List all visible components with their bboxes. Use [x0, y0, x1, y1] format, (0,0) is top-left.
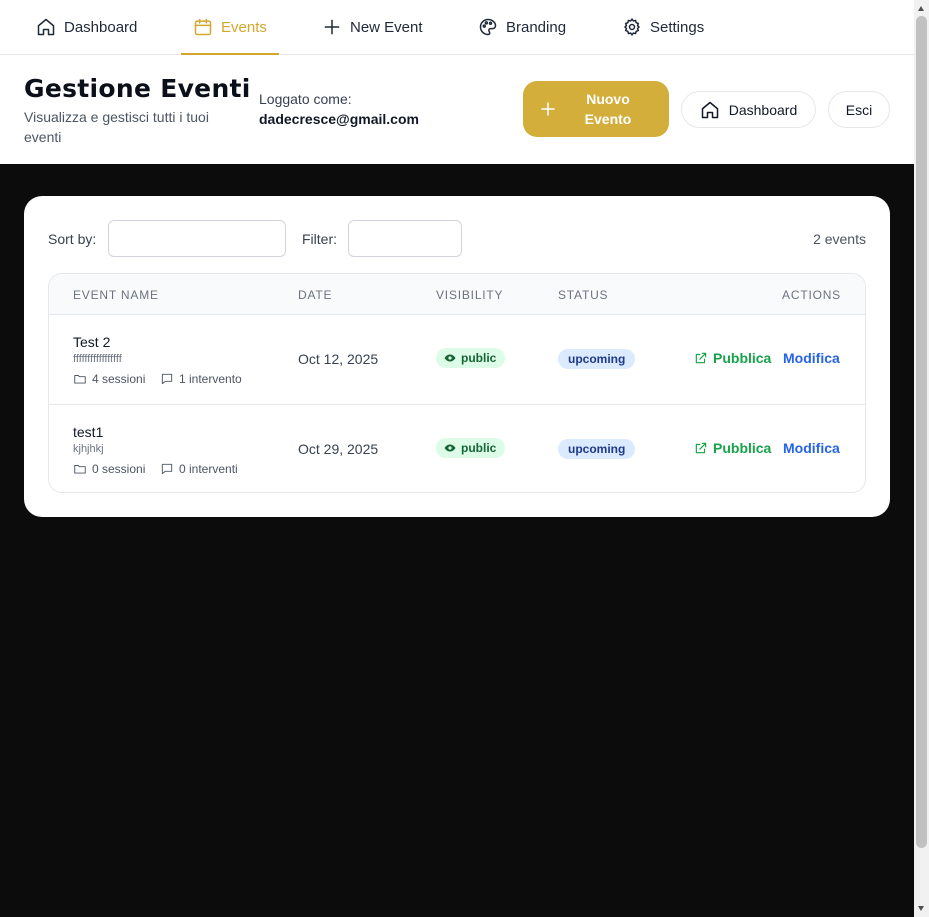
talks-count: 1 intervento [179, 372, 242, 386]
event-talks: 0 interventi [160, 462, 238, 476]
nav-item-branding[interactable]: Branding [478, 0, 566, 54]
new-event-button[interactable]: Nuovo Evento [523, 81, 669, 137]
plus-icon [541, 102, 555, 116]
sort-label: Sort by: [48, 231, 97, 247]
sessions-count: 4 sessioni [92, 372, 146, 386]
table-header: EVENT NAME DATE VISIBILITY STATUS ACTION… [49, 274, 865, 315]
page-subtitle: Visualizza e gestisci tutti i tuoi event… [24, 109, 209, 145]
sort-input[interactable] [108, 220, 286, 257]
logout-button[interactable]: Esci [828, 91, 890, 128]
sessions-count: 0 sessioni [92, 462, 146, 476]
event-date: Oct 29, 2025 [298, 441, 379, 457]
visibility-text: public [461, 441, 497, 455]
nav-item-settings[interactable]: Settings [622, 0, 704, 54]
calendar-icon [194, 18, 212, 36]
nav-item-dashboard[interactable]: Dashboard [36, 0, 137, 54]
status-badge: upcoming [558, 349, 636, 369]
palette-icon [479, 18, 497, 36]
event-description: kjhjhkj [73, 443, 104, 455]
edit-link[interactable]: Modifica [783, 350, 840, 366]
column-header-status: STATUS [558, 288, 609, 302]
visibility-badge: public [436, 438, 506, 458]
external-link-icon [695, 352, 707, 364]
page-title: Gestione Eventi [24, 74, 251, 103]
column-header-visibility: VISIBILITY [436, 288, 504, 302]
gear-icon [624, 18, 640, 36]
nav-item-label: Dashboard [64, 18, 138, 36]
table-row: test1 kjhjhkj 0 sessioni 0 interventi Oc… [49, 404, 865, 492]
folder-icon [74, 465, 86, 474]
edit-link[interactable]: Modifica [783, 440, 840, 456]
plus-icon [324, 19, 340, 35]
column-header-event-name: EVENT NAME [73, 288, 159, 302]
page-header: Gestione Eventi Visualizza e gestisci tu… [0, 55, 914, 164]
comment-icon [161, 373, 173, 385]
column-header-date: DATE [298, 288, 333, 302]
scroll-up-arrow-icon[interactable] [918, 6, 924, 11]
filter-input[interactable] [348, 220, 462, 257]
event-name: test1 [73, 424, 104, 440]
eye-icon [444, 354, 456, 362]
publish-label: Pubblica [713, 440, 772, 456]
comment-icon [161, 463, 173, 475]
home-icon [37, 18, 55, 36]
table-row: Test 2 fffffffffffffffff 4 sessioni 1 in… [49, 315, 865, 404]
events-card: Sort by: Filter: 2 events EVENT NAME DAT… [24, 196, 890, 517]
new-event-button-label: Nuovo Evento [584, 91, 632, 127]
event-talks: 1 intervento [160, 372, 242, 386]
vertical-scrollbar[interactable] [914, 0, 929, 917]
events-table: EVENT NAME DATE VISIBILITY STATUS ACTION… [48, 273, 866, 493]
login-label: Loggato come: [259, 91, 352, 107]
nav-item-label: New Event [350, 18, 423, 36]
talks-count: 0 interventi [179, 462, 238, 476]
nav-item-label: Events [221, 18, 267, 36]
publish-link[interactable]: Pubblica [694, 350, 771, 366]
logout-button-label: Esci [845, 101, 873, 118]
login-email: dadecresce@gmail.com [259, 111, 419, 127]
dashboard-button[interactable]: Dashboard [681, 91, 816, 128]
column-header-actions: ACTIONS [782, 288, 841, 302]
folder-icon [74, 375, 86, 384]
external-link-icon [695, 442, 707, 454]
visibility-badge: public [436, 348, 506, 368]
nav-item-label: Branding [506, 18, 567, 36]
nav-item-label: Settings [650, 18, 705, 36]
visibility-text: public [461, 351, 497, 365]
nav-item-new-event[interactable]: New Event [322, 0, 423, 54]
eye-icon [444, 444, 456, 452]
publish-link[interactable]: Pubblica [694, 440, 771, 456]
scroll-thumb[interactable] [916, 16, 927, 848]
status-badge: upcoming [558, 439, 636, 459]
event-date: Oct 12, 2025 [298, 351, 379, 367]
dashboard-button-label: Dashboard [728, 101, 798, 118]
event-sessions: 0 sessioni [73, 462, 145, 476]
events-count: 2 events [813, 231, 866, 247]
home-icon [701, 101, 718, 118]
scroll-down-arrow-icon[interactable] [918, 906, 924, 911]
event-sessions: 4 sessioni [73, 372, 145, 386]
publish-label: Pubblica [713, 350, 772, 366]
event-name: Test 2 [73, 334, 111, 350]
event-description: fffffffffffffffff [73, 353, 122, 365]
nav-item-events[interactable]: Events [181, 0, 279, 55]
filter-label: Filter: [302, 231, 337, 247]
top-navigation: Dashboard Events New Event Branding Sett… [0, 0, 914, 55]
